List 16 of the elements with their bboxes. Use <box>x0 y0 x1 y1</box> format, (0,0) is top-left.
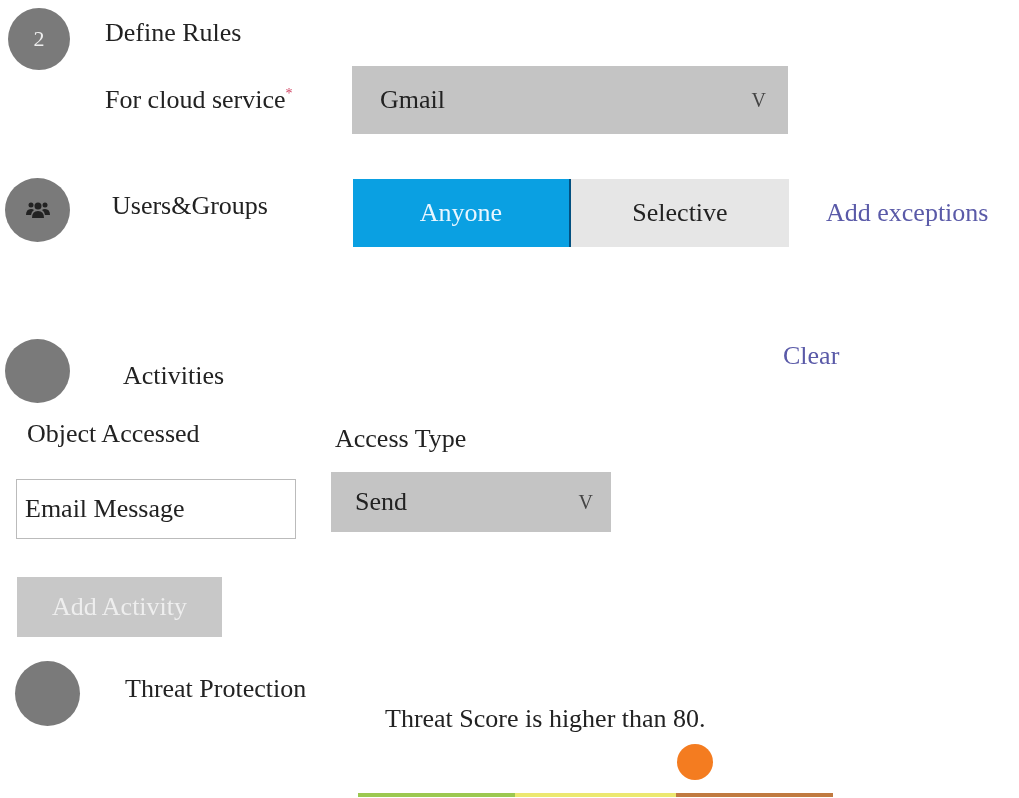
slider-thumb[interactable] <box>676 744 713 780</box>
object-input-field[interactable]: Email Message <box>16 479 296 539</box>
section-title: Users&Groups <box>112 191 269 221</box>
add-exceptions-link[interactable]: Add exceptions <box>826 198 989 228</box>
clear-link[interactable]: Clear <box>783 341 840 371</box>
section-title: Define Rules <box>105 18 242 48</box>
section-title: Threat Protection <box>125 673 307 704</box>
access-type-dropdown[interactable]: Send V <box>331 472 611 532</box>
cloud-service-dropdown[interactable]: Gmail V <box>352 66 788 134</box>
field-label: Access Type <box>335 424 467 454</box>
field-label: For cloud service$^{*}$ <box>105 85 294 115</box>
segment-option[interactable]: Selective <box>571 179 789 247</box>
step-number-badge: 2 <box>8 8 70 70</box>
field-label: Object Accessed <box>27 419 201 449</box>
threat-score-text: Threat Score is higher than 80. <box>385 704 706 734</box>
section-title: Activities <box>123 361 226 391</box>
